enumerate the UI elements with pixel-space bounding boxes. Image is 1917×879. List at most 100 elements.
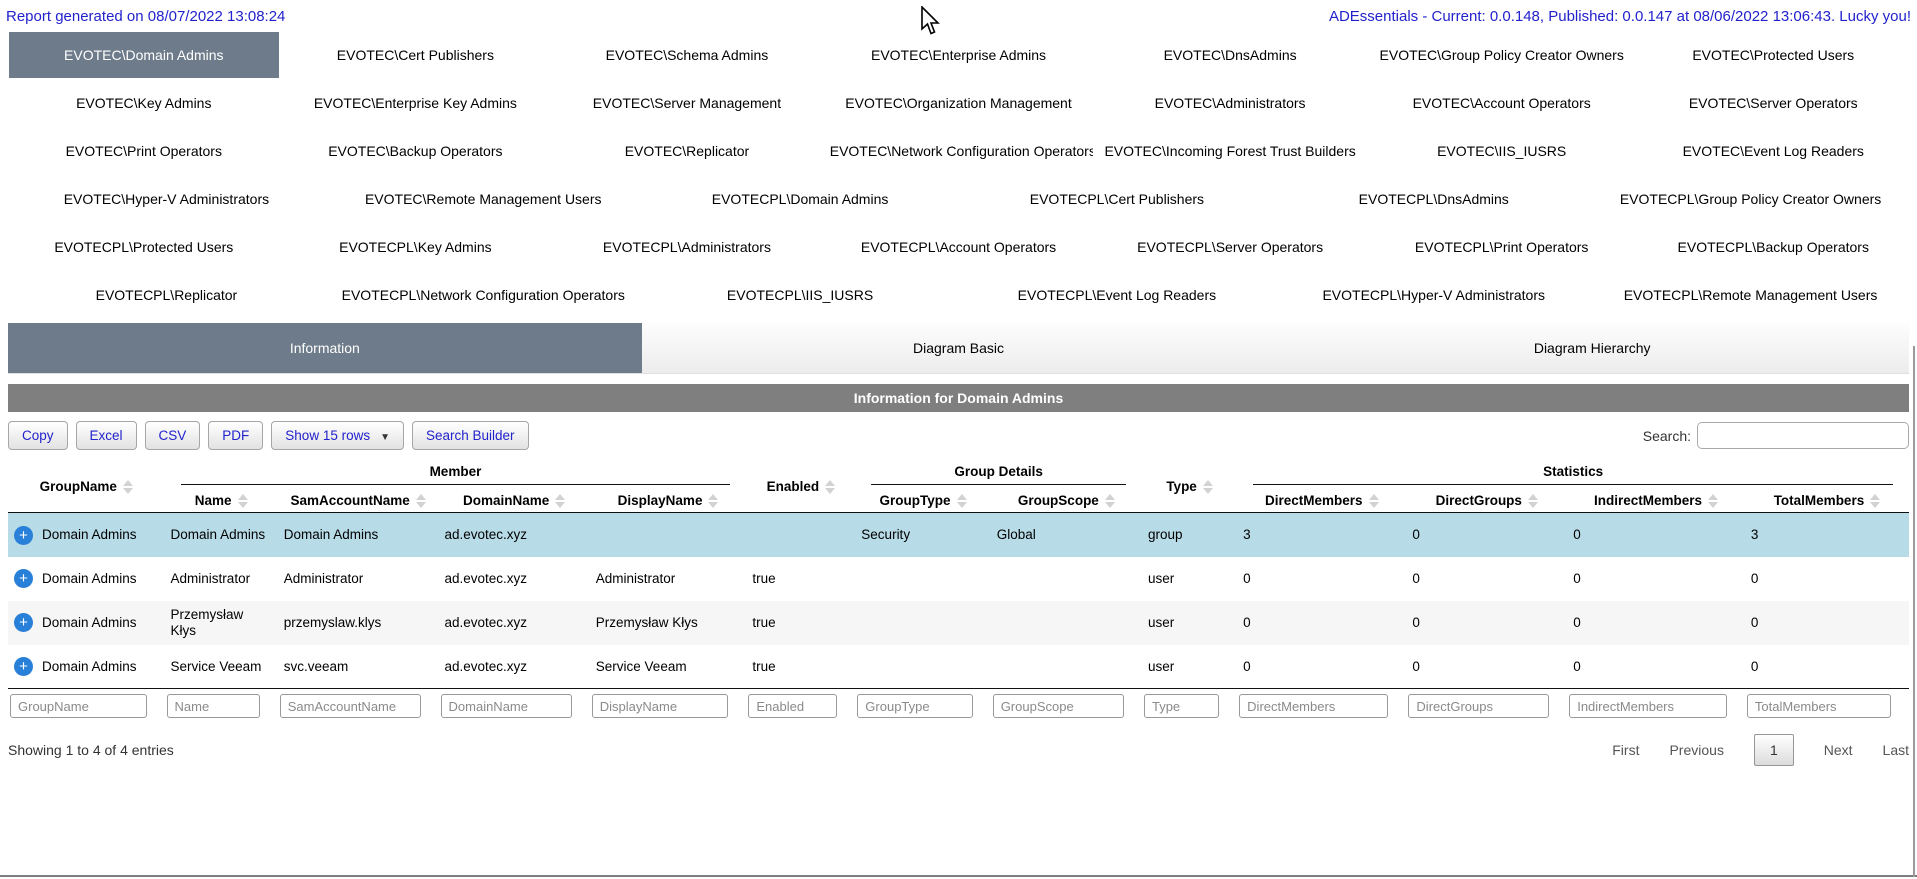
filter-input-directgroups[interactable] xyxy=(1408,694,1549,718)
group-tab[interactable]: EVOTEC\Organization Management xyxy=(824,80,1094,126)
group-tab[interactable]: EVOTEC\Domain Admins xyxy=(9,32,279,78)
filter-input-displayname[interactable] xyxy=(592,694,729,718)
column-header-domainname[interactable]: DomainName xyxy=(439,489,590,513)
sort-icon[interactable] xyxy=(238,494,248,508)
filter-input-totalmembers[interactable] xyxy=(1747,694,1891,718)
group-tab[interactable]: EVOTECPL\Administrators xyxy=(552,224,822,270)
group-tab[interactable]: EVOTEC\Event Log Readers xyxy=(1638,128,1908,174)
sort-icon[interactable] xyxy=(1369,494,1379,508)
sort-icon[interactable] xyxy=(708,494,718,508)
group-tab[interactable]: EVOTEC\Print Operators xyxy=(9,128,279,174)
table-row[interactable]: +Domain AdminsAdministratorAdministrator… xyxy=(8,557,1909,601)
search-builder-button[interactable]: Search Builder xyxy=(412,421,529,450)
group-tab[interactable]: EVOTEC\Account Operators xyxy=(1367,80,1637,126)
tab-information[interactable]: Information xyxy=(8,323,642,373)
column-header-totalmembers[interactable]: TotalMembers xyxy=(1745,489,1909,513)
group-tab[interactable]: EVOTECPL\Network Configuration Operators xyxy=(326,272,641,318)
expand-row-icon[interactable]: + xyxy=(14,657,33,676)
group-tab[interactable]: EVOTEC\Schema Admins xyxy=(552,32,822,78)
pagination-last[interactable]: Last xyxy=(1883,742,1909,758)
sort-icon[interactable] xyxy=(555,494,565,508)
tab-diagram-basic[interactable]: Diagram Basic xyxy=(642,323,1276,373)
csv-button[interactable]: CSV xyxy=(145,421,201,450)
filter-input-enabled[interactable] xyxy=(748,694,837,718)
group-tab[interactable]: EVOTECPL\Cert Publishers xyxy=(959,176,1274,222)
sort-icon[interactable] xyxy=(825,480,835,494)
group-tab[interactable]: EVOTECPL\Remote Management Users xyxy=(1593,272,1908,318)
expand-row-icon[interactable]: + xyxy=(14,569,33,588)
pagination-previous[interactable]: Previous xyxy=(1669,742,1723,758)
group-tab[interactable]: EVOTEC\Hyper-V Administrators xyxy=(9,176,324,222)
pdf-button[interactable]: PDF xyxy=(208,421,263,450)
sort-icon[interactable] xyxy=(1203,480,1213,494)
group-tab[interactable]: EVOTEC\Incoming Forest Trust Builders xyxy=(1095,128,1365,174)
table-row[interactable]: +Domain AdminsDomain AdminsDomain Admins… xyxy=(8,513,1909,557)
filter-input-samaccountname[interactable] xyxy=(280,694,421,718)
table-row[interactable]: +Domain AdminsPrzemysław Kłysprzemyslaw.… xyxy=(8,601,1909,645)
group-tab[interactable]: EVOTECPL\Domain Admins xyxy=(643,176,958,222)
column-header-groupscope[interactable]: GroupScope xyxy=(991,489,1142,513)
pagination-first[interactable]: First xyxy=(1612,742,1639,758)
expand-row-icon[interactable]: + xyxy=(14,526,33,545)
group-tab[interactable]: EVOTEC\Backup Operators xyxy=(281,128,551,174)
group-tab[interactable]: EVOTECPL\Event Log Readers xyxy=(959,272,1274,318)
excel-button[interactable]: Excel xyxy=(76,421,137,450)
column-header-name[interactable]: Name xyxy=(165,489,278,513)
sort-icon[interactable] xyxy=(416,494,426,508)
sort-icon[interactable] xyxy=(1708,494,1718,508)
filter-input-groupscope[interactable] xyxy=(993,694,1124,718)
group-tab[interactable]: EVOTEC\IIS_IUSRS xyxy=(1367,128,1637,174)
column-header-directgroups[interactable]: DirectGroups xyxy=(1406,489,1567,513)
group-tab[interactable]: EVOTECPL\Key Admins xyxy=(281,224,551,270)
column-header-samaccountname[interactable]: SamAccountName xyxy=(278,489,439,513)
column-header-displayname[interactable]: DisplayName xyxy=(590,489,747,513)
tab-diagram-hierarchy[interactable]: Diagram Hierarchy xyxy=(1275,323,1909,373)
column-header-groupname[interactable]: GroupName xyxy=(8,460,165,513)
copy-button[interactable]: Copy xyxy=(8,421,68,450)
column-header-enabled[interactable]: Enabled xyxy=(746,460,855,513)
filter-input-name[interactable] xyxy=(167,694,260,718)
pagination-page-1[interactable]: 1 xyxy=(1754,734,1794,766)
group-tab[interactable]: EVOTEC\Protected Users xyxy=(1638,32,1908,78)
filter-input-directmembers[interactable] xyxy=(1239,694,1388,718)
filter-input-groupname[interactable] xyxy=(10,694,147,718)
group-tab[interactable]: EVOTEC\Server Management xyxy=(552,80,822,126)
filter-input-type[interactable] xyxy=(1144,694,1219,718)
pagination-next[interactable]: Next xyxy=(1824,742,1853,758)
group-tab[interactable]: EVOTECPL\Account Operators xyxy=(824,224,1094,270)
group-tab[interactable]: EVOTEC\Replicator xyxy=(552,128,822,174)
group-tab[interactable]: EVOTEC\Network Configuration Operators xyxy=(824,128,1094,174)
group-tab[interactable]: EVOTECPL\Group Policy Creator Owners xyxy=(1593,176,1908,222)
group-tab[interactable]: EVOTEC\DnsAdmins xyxy=(1095,32,1365,78)
group-tab[interactable]: EVOTECPL\IIS_IUSRS xyxy=(643,272,958,318)
group-tab[interactable]: EVOTEC\Server Operators xyxy=(1638,80,1908,126)
group-tab[interactable]: EVOTEC\Enterprise Admins xyxy=(824,32,1094,78)
group-tab[interactable]: EVOTEC\Group Policy Creator Owners xyxy=(1367,32,1637,78)
group-tab[interactable]: EVOTECPL\Server Operators xyxy=(1095,224,1365,270)
group-tab[interactable]: EVOTECPL\Print Operators xyxy=(1367,224,1637,270)
group-tab[interactable]: EVOTECPL\Backup Operators xyxy=(1638,224,1908,270)
group-tab[interactable]: EVOTEC\Administrators xyxy=(1095,80,1365,126)
group-tab[interactable]: EVOTECPL\DnsAdmins xyxy=(1276,176,1591,222)
sort-icon[interactable] xyxy=(1870,494,1880,508)
sort-icon[interactable] xyxy=(123,480,133,494)
sort-icon[interactable] xyxy=(957,494,967,508)
group-tab[interactable]: EVOTECPL\Protected Users xyxy=(9,224,279,270)
column-header-indirectmembers[interactable]: IndirectMembers xyxy=(1567,489,1745,513)
filter-input-indirectmembers[interactable] xyxy=(1569,694,1727,718)
group-tab[interactable]: EVOTEC\Key Admins xyxy=(9,80,279,126)
group-tab[interactable]: EVOTECPL\Hyper-V Administrators xyxy=(1276,272,1591,318)
group-tab[interactable]: EVOTEC\Remote Management Users xyxy=(326,176,641,222)
column-header-directmembers[interactable]: DirectMembers xyxy=(1237,489,1406,513)
filter-input-grouptype[interactable] xyxy=(857,694,972,718)
filter-input-domainname[interactable] xyxy=(441,694,572,718)
search-input[interactable] xyxy=(1697,422,1909,449)
sort-icon[interactable] xyxy=(1105,494,1115,508)
sort-icon[interactable] xyxy=(1528,494,1538,508)
group-tab[interactable]: EVOTECPL\Replicator xyxy=(9,272,324,318)
group-tab[interactable]: EVOTEC\Cert Publishers xyxy=(281,32,551,78)
show-rows-button[interactable]: Show 15 rows▼ xyxy=(271,421,404,450)
group-tab[interactable]: EVOTEC\Enterprise Key Admins xyxy=(281,80,551,126)
expand-row-icon[interactable]: + xyxy=(14,613,33,632)
column-header-type[interactable]: Type xyxy=(1142,460,1237,513)
